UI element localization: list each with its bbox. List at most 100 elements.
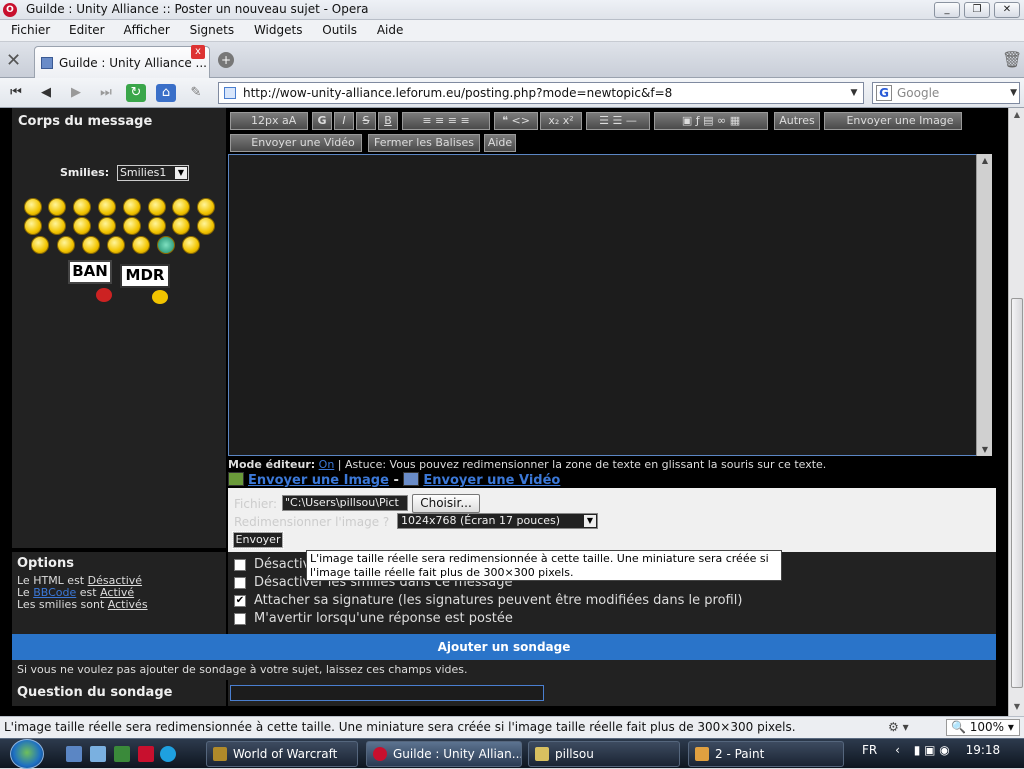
reload-icon[interactable]: ↻ — [126, 84, 146, 102]
envoyer-video-button[interactable]: Envoyer une Vidéo — [230, 134, 362, 152]
smiley-icon[interactable] — [98, 198, 116, 216]
language-indicator[interactable]: FR — [862, 743, 877, 757]
fast-forward-icon[interactable]: ⏭ — [96, 84, 116, 102]
smiley-icon[interactable] — [24, 198, 42, 216]
align-buttons[interactable]: ≡ ≡ ≡ ≡ — [402, 112, 490, 130]
choisir-button[interactable]: Choisir... — [412, 494, 480, 513]
minimize-button[interactable]: _ — [934, 2, 960, 18]
fermer-balises-button[interactable]: Fermer les Balises — [368, 134, 480, 152]
smiley-icon[interactable] — [132, 236, 150, 254]
menu-signets[interactable]: Signets — [190, 20, 235, 37]
idea-icon[interactable] — [82, 236, 100, 254]
arrow-icon[interactable] — [107, 236, 125, 254]
question-icon[interactable] — [57, 236, 75, 254]
url-dropdown-icon[interactable]: ▼ — [847, 85, 861, 101]
exclamation-icon[interactable] — [31, 236, 49, 254]
insert-buttons[interactable]: ▣ ƒ ▤ ∞ ▦ — [654, 112, 768, 130]
menu-editer[interactable]: Editer — [69, 20, 105, 37]
zoom-control[interactable]: 🔍 100% ▾ — [946, 719, 1020, 736]
maximize-button[interactable]: ❐ — [964, 2, 990, 18]
question-input[interactable] — [230, 685, 544, 701]
edit-icon[interactable]: ✎ — [186, 84, 206, 102]
thumbs-up-icon[interactable] — [182, 236, 200, 254]
menu-afficher[interactable]: Afficher — [123, 20, 169, 37]
clock[interactable]: 19:18 — [966, 743, 1001, 757]
page-scrollbar[interactable]: ▲ ▼ — [1008, 108, 1024, 716]
smiley-icon[interactable] — [172, 198, 190, 216]
search-dropdown-icon[interactable]: ▼ — [1010, 85, 1017, 101]
checkbox-avertir[interactable] — [234, 613, 246, 625]
menu-aide[interactable]: Aide — [377, 20, 404, 37]
smiley-icon[interactable] — [123, 198, 141, 216]
new-tab-icon[interactable]: + — [218, 52, 234, 68]
mode-editeur-toggle[interactable]: On — [319, 458, 335, 471]
underline-button[interactable]: B — [378, 112, 398, 130]
grin-icon[interactable] — [157, 236, 175, 254]
forward-icon[interactable]: ▶ — [66, 84, 86, 102]
back-icon[interactable]: ◀ — [36, 84, 56, 102]
scroll-up-icon[interactable]: ▲ — [1011, 110, 1023, 122]
checkbox-desactiver-html[interactable] — [234, 559, 246, 571]
font-size-button[interactable]: 12px aA — [230, 112, 308, 130]
smiley-icon[interactable] — [197, 198, 215, 216]
menu-outils[interactable]: Outils — [322, 20, 357, 37]
tools-icon[interactable]: ✕ — [6, 50, 21, 71]
skype-icon[interactable] — [160, 746, 176, 762]
tab-close-icon[interactable]: x — [191, 45, 205, 59]
smiley-icon[interactable] — [148, 217, 166, 235]
editor-scrollbar[interactable]: ▲ ▼ — [976, 154, 992, 456]
ban-sign-icon[interactable]: BAN — [68, 260, 112, 284]
task-world-of-warcraft[interactable]: World of Warcraft — [206, 741, 358, 767]
fichier-input[interactable]: "C:\Users\pillsou\Pict — [282, 495, 408, 511]
scroll-down-icon[interactable]: ▼ — [979, 445, 991, 454]
smiley-icon[interactable] — [48, 198, 66, 216]
tab-guilde[interactable]: Guilde : Unity Alliance ... x — [34, 45, 210, 78]
task-pillsou[interactable]: pillsou — [528, 741, 680, 767]
mdr-sign-icon[interactable]: MDR — [120, 264, 170, 288]
home-icon[interactable]: ⌂ — [156, 84, 176, 102]
smiley-icon[interactable] — [172, 217, 190, 235]
smilies-select[interactable]: Smilies1 ▼ — [116, 165, 189, 181]
start-button[interactable] — [10, 739, 44, 769]
smiley-icon[interactable] — [197, 217, 215, 235]
url-field[interactable]: http://wow-unity-alliance.leforum.eu/pos… — [218, 82, 864, 104]
envoyer-image-button[interactable]: Envoyer une Image — [824, 112, 962, 130]
smiley-icon[interactable] — [73, 217, 91, 235]
task-guilde[interactable]: Guilde : Unity Allian... — [366, 741, 522, 767]
trash-icon[interactable]: 🗑 — [1002, 50, 1022, 69]
checkbox-signature[interactable]: ✔ — [234, 595, 246, 607]
autres-button[interactable]: Autres — [774, 112, 820, 130]
aide-button[interactable]: Aide — [484, 134, 516, 152]
tray-icons[interactable]: ▮ ▣ ◉ — [914, 743, 950, 757]
quote-code-buttons[interactable]: ❝ <> — [494, 112, 538, 130]
checkbox-desactiver-smilies[interactable] — [234, 577, 246, 589]
menu-widgets[interactable]: Widgets — [254, 20, 303, 37]
scroll-down-icon[interactable]: ▼ — [1011, 702, 1023, 714]
close-window-button[interactable]: ✕ — [994, 2, 1020, 18]
sub-sup-buttons[interactable]: x₂ x² — [540, 112, 582, 130]
rewind-icon[interactable]: ⏮ — [6, 84, 26, 102]
italic-button[interactable]: I — [334, 112, 354, 130]
smiley-icon[interactable] — [48, 217, 66, 235]
task-paint[interactable]: 2 - Paint — [688, 741, 844, 767]
scroll-up-icon[interactable]: ▲ — [979, 156, 991, 165]
message-textarea[interactable] — [228, 154, 992, 456]
smiley-icon[interactable] — [148, 198, 166, 216]
smiley-icon[interactable] — [73, 198, 91, 216]
tray-expand-icon[interactable]: ‹ — [895, 743, 900, 757]
smilies-value-link[interactable]: Activés — [108, 598, 148, 611]
show-desktop-icon[interactable] — [66, 746, 82, 762]
envoyer-button[interactable]: Envoyer — [232, 531, 284, 549]
link-envoyer-image[interactable]: Envoyer une Image — [248, 473, 389, 488]
scrollbar-thumb[interactable] — [1011, 298, 1023, 688]
menu-fichier[interactable]: Fichier — [11, 20, 50, 37]
smiley-icon[interactable] — [98, 217, 116, 235]
smiley-icon[interactable] — [24, 217, 42, 235]
switch-windows-icon[interactable] — [90, 746, 106, 762]
status-tools-icons[interactable]: ⚙ ▾ — [888, 720, 909, 734]
list-buttons[interactable]: ☰ ☰ — — [586, 112, 650, 130]
bold-button[interactable]: G — [312, 112, 332, 130]
search-field[interactable]: G Google ▼ — [872, 82, 1020, 104]
link-envoyer-video[interactable]: Envoyer une Vidéo — [423, 473, 560, 488]
strike-button[interactable]: S — [356, 112, 376, 130]
